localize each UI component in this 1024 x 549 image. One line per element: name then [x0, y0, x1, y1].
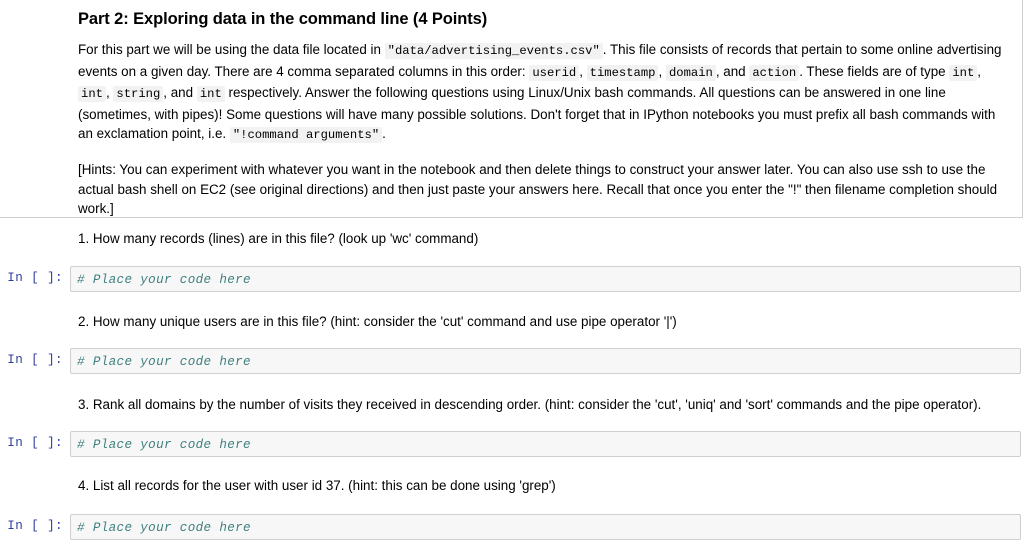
code-cell-4-placeholder: # Place your code here — [77, 521, 251, 535]
question-3-text: 3. Rank all domains by the number of vis… — [78, 397, 982, 412]
question-1-text: 1. How many records (lines) are in this … — [78, 231, 479, 246]
question-2[interactable]: 2. How many unique users are in this fil… — [0, 312, 1024, 332]
code-cell-2-prompt: In [ ]: — [7, 353, 63, 367]
code-cell-1-input[interactable]: # Place your code here — [70, 266, 1021, 292]
question-3[interactable]: 3. Rank all domains by the number of vis… — [0, 395, 1024, 415]
intro-text-7: , — [977, 63, 982, 79]
inline-code-datafile: "data/advertising_events.csv" — [384, 43, 603, 59]
notebook-page: Part 2: Exploring data in the command li… — [0, 0, 1024, 549]
code-cell-3[interactable]: In [ ]: # Place your code here — [0, 431, 1024, 459]
page-title: Part 2: Exploring data in the command li… — [78, 10, 488, 28]
intro-text-6: . These fields are of type — [799, 63, 950, 79]
code-cell-4[interactable]: In [ ]: # Place your code here — [0, 514, 1024, 542]
inline-code-domain: domain — [665, 64, 716, 81]
code-cell-3-input[interactable]: # Place your code here — [70, 431, 1021, 457]
intro-text-5: , and — [715, 63, 750, 79]
inline-code-int-3: int — [196, 86, 225, 103]
code-cell-4-prompt: In [ ]: — [7, 519, 63, 533]
code-cell-4-input[interactable]: # Place your code here — [70, 514, 1021, 540]
question-2-text: 2. How many unique users are in this fil… — [78, 314, 677, 329]
intro-text-9: , and — [163, 85, 197, 101]
code-cell-1[interactable]: In [ ]: # Place your code here — [0, 266, 1024, 294]
inline-code-int-2: int — [78, 86, 106, 103]
intro-text-1: For this part we will be using the data … — [78, 42, 385, 57]
inline-code-int-1: int — [949, 64, 978, 81]
code-cell-2-input[interactable]: # Place your code here — [70, 348, 1021, 374]
code-cell-2-placeholder: # Place your code here — [77, 355, 251, 369]
inline-code-bang-command: "!command arguments" — [229, 127, 383, 144]
question-4[interactable]: 4. List all records for the user with us… — [0, 476, 1024, 496]
code-cell-1-placeholder: # Place your code here — [77, 273, 251, 287]
markdown-cell[interactable]: Part 2: Exploring data in the command li… — [0, 0, 1023, 218]
intro-paragraph: For this part we will be using the data … — [78, 40, 1002, 146]
code-cell-3-placeholder: # Place your code here — [77, 438, 251, 452]
hints-paragraph: [Hints: You can experiment with whatever… — [78, 161, 998, 217]
question-1[interactable]: 1. How many records (lines) are in this … — [0, 229, 1024, 249]
intro-text-11: . — [382, 126, 386, 142]
question-4-text: 4. List all records for the user with us… — [78, 478, 556, 493]
code-cell-1-prompt: In [ ]: — [7, 271, 63, 285]
intro-text-4: , — [658, 63, 666, 79]
code-cell-2[interactable]: In [ ]: # Place your code here — [0, 348, 1024, 376]
inline-code-string: string — [113, 86, 164, 103]
markdown-cell-content: Part 2: Exploring data in the command li… — [0, 0, 1022, 219]
inline-code-timestamp: timestamp — [586, 64, 659, 81]
intro-text-3: , — [579, 63, 587, 79]
code-cell-3-prompt: In [ ]: — [7, 436, 63, 450]
inline-code-userid: userid — [529, 64, 580, 81]
inline-code-action: action — [749, 64, 800, 81]
